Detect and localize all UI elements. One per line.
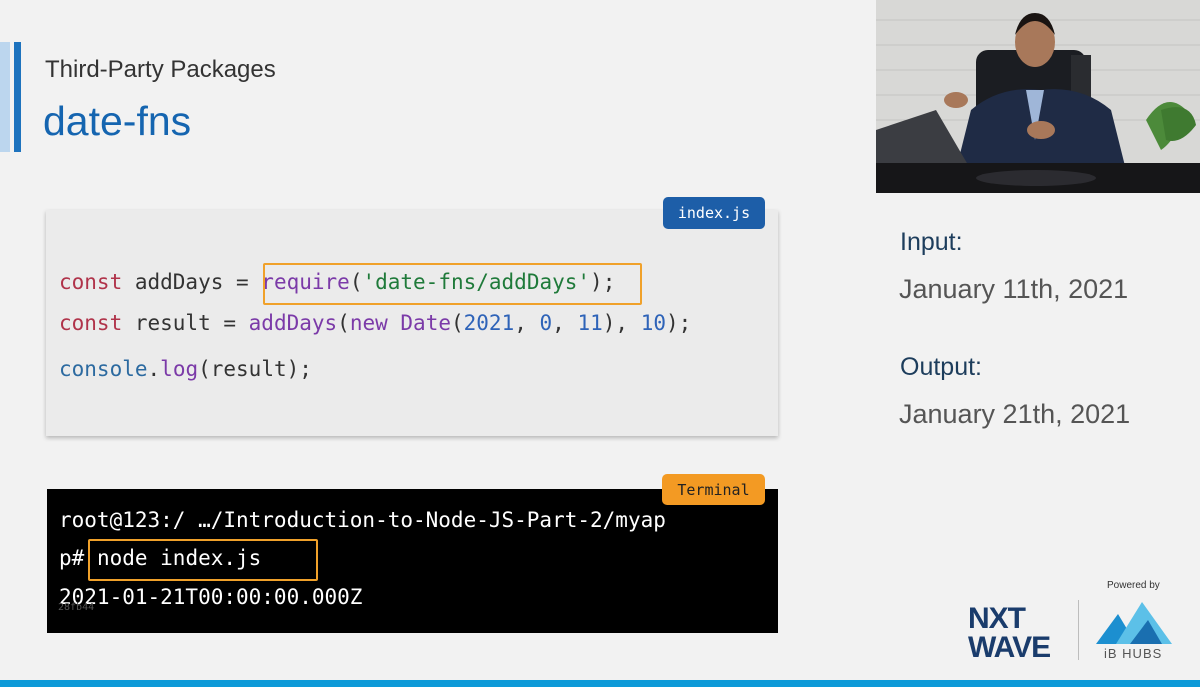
terminal-id: 28fb44 — [58, 602, 95, 613]
bottom-accent-bar — [0, 680, 1200, 687]
accent-bar-light — [0, 42, 10, 152]
code-token: ( — [337, 311, 350, 335]
code-token: console — [59, 357, 148, 381]
code-line-3: console.log(result); — [59, 357, 312, 381]
code-token: result = — [122, 311, 249, 335]
code-token: ); — [666, 311, 692, 335]
code-token: 10 — [640, 311, 666, 335]
slide-title: date-fns — [43, 98, 192, 144]
input-label: Input: — [900, 228, 963, 256]
ibhubs-logo-text: iB HUBS — [1104, 646, 1163, 661]
terminal-prompt: p# — [59, 546, 85, 570]
code-token: 11 — [577, 311, 603, 335]
logo-divider — [1078, 600, 1079, 660]
terminal-output: 2021-01-21T00:00:00.000Z — [59, 585, 363, 609]
powered-by-text: Powered by — [1107, 580, 1160, 591]
code-file-tab: index.js — [663, 197, 765, 229]
code-token: , — [514, 311, 540, 335]
code-token: ), — [602, 311, 641, 335]
presenter-image — [876, 0, 1200, 193]
output-label: Output: — [900, 353, 982, 381]
slide-subtitle: Third-Party Packages — [45, 56, 276, 83]
nxtwave-logo-line1: NXT — [968, 602, 1026, 635]
code-token: const — [59, 270, 123, 294]
command-highlight — [88, 539, 318, 581]
code-token: . — [147, 357, 161, 381]
require-highlight — [263, 263, 642, 305]
code-token: ( — [450, 311, 464, 335]
code-token: , — [552, 311, 578, 335]
accent-bar — [0, 42, 22, 152]
input-value: January 11th, 2021 — [899, 274, 1129, 304]
code-line-2: const result = addDays(new Date(2021, 0,… — [59, 311, 691, 335]
presenter-video — [876, 0, 1200, 193]
output-value: January 21th, 2021 — [899, 399, 1131, 429]
ibhubs-logo-icon — [1096, 602, 1172, 644]
terminal-tab: Terminal — [662, 474, 765, 505]
code-token: 0 — [539, 311, 553, 335]
terminal-line-1: root@123:/ …/Introduction-to-Node-JS-Par… — [59, 508, 666, 532]
code-token: 2021 — [463, 311, 515, 335]
accent-bar-dark — [14, 42, 21, 152]
nxtwave-logo: NXT WAVE — [968, 602, 1051, 664]
code-token: addDays — [248, 311, 338, 335]
code-token: const — [59, 311, 123, 335]
nxtwave-logo-line2: WAVE — [968, 631, 1051, 664]
code-token: addDays = — [122, 270, 262, 294]
code-token: log — [160, 357, 199, 381]
code-token: new — [349, 311, 388, 335]
code-token: (result); — [198, 357, 312, 381]
code-token: Date — [387, 311, 451, 335]
